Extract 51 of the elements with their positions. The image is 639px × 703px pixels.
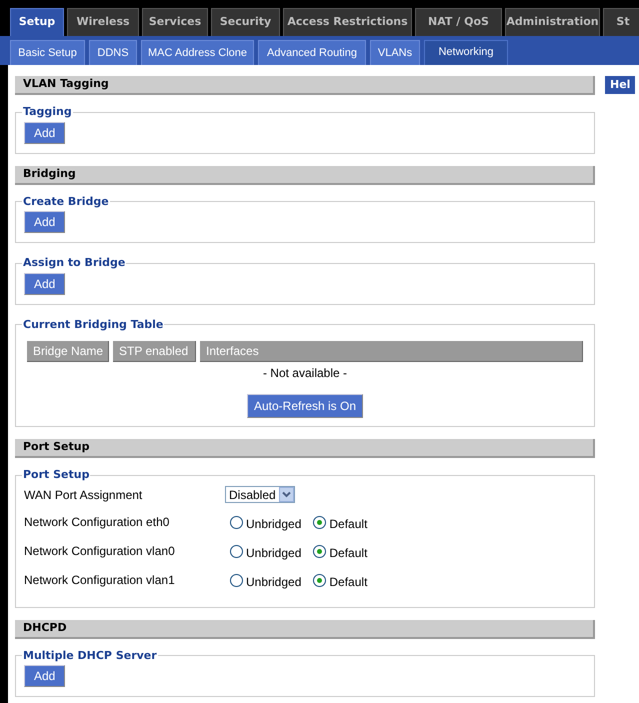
field-label: WAN Port Assignment bbox=[24, 486, 144, 504]
radio-button[interactable] bbox=[230, 574, 243, 586]
section-header: Port Setup bbox=[15, 439, 595, 458]
nav-tab[interactable]: Setup bbox=[10, 8, 64, 36]
field-label: Network Configuration vlan1 bbox=[24, 572, 176, 589]
nav-tab[interactable]: NAT / QoS bbox=[415, 8, 502, 36]
sub-tab[interactable]: DDNS bbox=[89, 40, 137, 65]
group-legend: Assign to Bridge bbox=[22, 255, 126, 272]
nav-tab[interactable]: Wireless bbox=[67, 8, 139, 36]
add-button[interactable]: Add bbox=[24, 211, 66, 233]
radio-label: Unbridged bbox=[246, 574, 302, 590]
field-label: Network Configuration vlan0 bbox=[24, 543, 176, 560]
section-header: Bridging bbox=[15, 166, 595, 184]
add-button[interactable]: Add bbox=[24, 122, 66, 144]
nav-tab[interactable]: Administration bbox=[505, 8, 600, 36]
nav-tab[interactable]: Services bbox=[142, 8, 208, 36]
group-legend: Current Bridging Table bbox=[22, 316, 164, 333]
select-field[interactable]: Disabled bbox=[225, 486, 295, 503]
column-header: Interfaces bbox=[200, 341, 583, 362]
group-legend: Multiple DHCP Server bbox=[22, 648, 158, 664]
radio-button[interactable] bbox=[230, 544, 243, 558]
sub-tab[interactable]: VLANs bbox=[370, 40, 420, 65]
add-button[interactable]: Add bbox=[24, 272, 66, 294]
nav-tab[interactable]: Access Restrictions bbox=[283, 8, 412, 36]
radio-button[interactable] bbox=[313, 544, 326, 558]
section-header: VLAN Tagging bbox=[15, 76, 595, 95]
radio-button[interactable] bbox=[230, 516, 243, 528]
radio-label: Default bbox=[329, 516, 368, 532]
add-button[interactable]: Add bbox=[24, 665, 66, 687]
radio-label: Unbridged bbox=[246, 544, 302, 562]
radio-button[interactable] bbox=[313, 516, 326, 528]
column-header: STP enabled bbox=[113, 341, 196, 362]
empty-message: - Not available - bbox=[262, 365, 348, 382]
section-header: DHCPD bbox=[15, 620, 595, 638]
radio-label: Unbridged bbox=[246, 516, 302, 532]
radio-button[interactable] bbox=[313, 574, 326, 586]
help-header: Hel bbox=[605, 76, 636, 94]
sub-tab[interactable]: Networking bbox=[424, 40, 508, 65]
column-header: Bridge Name bbox=[27, 341, 109, 362]
nav-tab[interactable]: Security bbox=[211, 8, 280, 36]
field-label: Network Configuration eth0 bbox=[24, 514, 170, 531]
sub-tab[interactable]: MAC Address Clone bbox=[141, 40, 254, 65]
radio-label: Default bbox=[329, 544, 368, 562]
nav-tab[interactable]: St bbox=[603, 8, 639, 36]
sub-tab[interactable]: Basic Setup bbox=[10, 40, 85, 65]
radio-label: Default bbox=[329, 574, 368, 590]
group-legend: Create Bridge bbox=[22, 194, 110, 210]
sub-tab[interactable]: Advanced Routing bbox=[258, 40, 366, 65]
group-legend: Tagging bbox=[22, 104, 73, 120]
auto-refresh-button[interactable]: Auto-Refresh is On bbox=[246, 394, 364, 418]
group-legend: Port Setup bbox=[22, 467, 90, 484]
